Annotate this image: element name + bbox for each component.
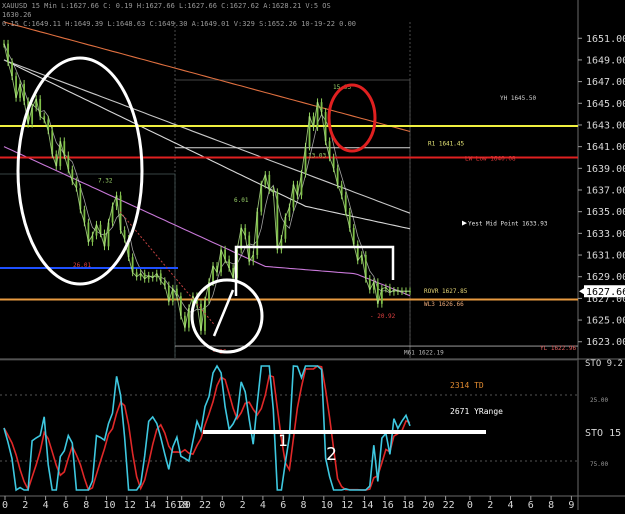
x-tick-label: 10 bbox=[321, 500, 333, 510]
x-tick-label: 12 bbox=[341, 500, 353, 510]
y-tick-label: 1623.00 bbox=[586, 337, 625, 348]
y-tick-label: 1649.00 bbox=[586, 55, 625, 66]
x-tick-label: 22 bbox=[443, 500, 455, 510]
level-label: YH 1645.50 bbox=[500, 95, 537, 102]
x-tick-label: 22 bbox=[199, 500, 211, 510]
y-tick-label: 1629.00 bbox=[586, 272, 625, 283]
handwritten-2: 2 bbox=[326, 444, 337, 465]
x-tick-label: 2 bbox=[487, 500, 493, 510]
osc-tick-25: 25.00 bbox=[590, 397, 608, 404]
x-tick-label: 4 bbox=[260, 500, 266, 510]
x-tick-label: 14 bbox=[361, 500, 373, 510]
y-tick-label: 1651.00 bbox=[586, 34, 625, 45]
red-circle-annotation bbox=[327, 83, 377, 153]
y-tick-label: 1641.00 bbox=[586, 142, 625, 153]
oscillator-panel: 1 2 2314 TD 2671 YRange STO 15 STO 9.2 25.00 75… bbox=[0, 359, 623, 492]
current-price-label: 1627.66 bbox=[586, 287, 625, 298]
yrange-label: 2671 YRange bbox=[450, 407, 503, 416]
white-line-annotation bbox=[212, 289, 235, 337]
moving-average-2 bbox=[3, 59, 411, 214]
y-tick-label: 1637.00 bbox=[586, 186, 625, 197]
x-tick-label: 6 bbox=[528, 500, 534, 510]
midpoint-arrow bbox=[462, 220, 467, 226]
header-line-3: 0.15 C:1649.11 H:1649.39 L:1648.63 C:164… bbox=[2, 20, 357, 28]
sto-top-label: STO 9.2 bbox=[585, 359, 623, 369]
osc-signal-line bbox=[3, 365, 411, 492]
osc-tick-75: 75.00 bbox=[590, 461, 608, 468]
annotation-label: 7.32 bbox=[98, 177, 113, 184]
x-tick-label: 8 bbox=[548, 500, 554, 510]
y-tick-label: 1625.00 bbox=[586, 316, 625, 327]
x-tick-label: 10 bbox=[104, 500, 116, 510]
x-tick-label: 6 bbox=[63, 500, 69, 510]
level-label: M61 1622.19 bbox=[404, 350, 444, 357]
y-tick-label: 1631.00 bbox=[586, 251, 625, 262]
chart-stage: YH 1645.50 R1 1641.45 LW Low 1640.08 Yest M… bbox=[0, 0, 625, 511]
annotation-label: - 20.92 bbox=[370, 313, 396, 320]
level-label: ROVR 1627.85 bbox=[424, 288, 468, 295]
y-tick-label: 1647.00 bbox=[586, 77, 625, 88]
annotation-label: 26.01 bbox=[73, 262, 91, 269]
white-circle-annotation bbox=[16, 56, 144, 286]
level-label: WL3 1626.66 bbox=[424, 301, 464, 308]
handwritten-1: 1 bbox=[278, 431, 288, 450]
x-tick-label: 14 bbox=[144, 500, 156, 510]
annotation-label: 13.03 bbox=[308, 152, 326, 159]
x-tick-label: 2 bbox=[22, 500, 28, 510]
x-tick-label: 4 bbox=[508, 500, 514, 510]
td-label: 2314 TD bbox=[450, 381, 484, 390]
level-label: YL 1622.96 bbox=[540, 345, 577, 352]
sto-label: STO 15 bbox=[585, 428, 621, 439]
x-tick-label: 4 bbox=[43, 500, 49, 510]
level-label: R1 1641.45 bbox=[428, 140, 465, 147]
y-tick-label: 1633.00 bbox=[586, 229, 625, 240]
y-tick-label: 1643.00 bbox=[586, 120, 625, 131]
x-tick-label: 12 bbox=[124, 500, 136, 510]
x-tick-label: 18 bbox=[402, 500, 414, 510]
x-tick-label: 20 bbox=[179, 500, 191, 510]
x-tick-label: 0 bbox=[2, 500, 8, 510]
x-tick-label: 0 bbox=[467, 500, 473, 510]
y-tick-label: 1639.00 bbox=[586, 164, 625, 175]
moving-average-1 bbox=[3, 21, 411, 133]
y-tick-label: 1645.00 bbox=[586, 99, 625, 110]
header-line-1: XAUUSD 15 Min L:1627.66 C: 0.19 H:1627.6… bbox=[2, 2, 331, 10]
price-chart[interactable]: YH 1645.50 R1 1641.45 LW Low 1640.08 Yest M… bbox=[0, 0, 625, 511]
white-circle-annotation bbox=[190, 278, 264, 354]
x-tick-label: 8 bbox=[83, 500, 89, 510]
x-tick-label: 6 bbox=[280, 500, 286, 510]
level-label: Yest Mid Point 1633.93 bbox=[468, 221, 548, 228]
x-tick-label: 2 bbox=[240, 500, 246, 510]
current-price-arrow bbox=[579, 288, 584, 295]
header-line-2: 1630.26 bbox=[2, 11, 32, 19]
x-tick-label: 20 bbox=[422, 500, 434, 510]
x-tick-label: 16 bbox=[382, 500, 394, 510]
annotation-label: 6.01 bbox=[234, 197, 249, 204]
y-tick-label: 1635.00 bbox=[586, 207, 625, 218]
level-label: LW Low 1640.08 bbox=[465, 156, 516, 163]
x-tick-label: 0 bbox=[219, 500, 225, 510]
x-tick-label: 8 bbox=[301, 500, 307, 510]
x-tick-label: 9 bbox=[568, 500, 574, 510]
